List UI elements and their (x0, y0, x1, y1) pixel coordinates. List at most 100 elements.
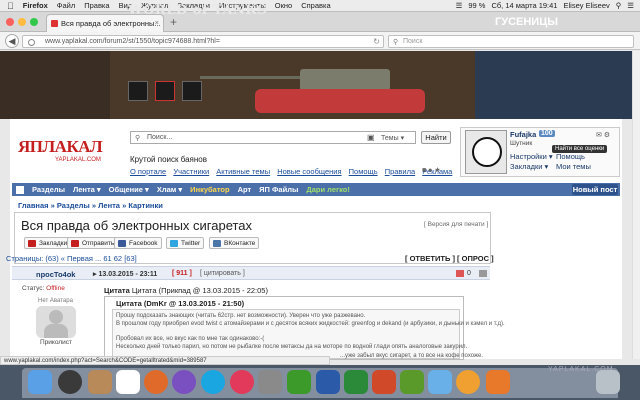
itunes-icon[interactable] (230, 370, 254, 394)
site-logo[interactable]: ЯПЛАКАЛ (18, 137, 103, 157)
close-window-icon[interactable] (6, 18, 14, 26)
dashboard-icon[interactable] (58, 370, 82, 394)
thread-title: Вся правда об электронных сигаретах (21, 218, 253, 233)
utorrent-icon[interactable] (287, 370, 311, 394)
breadcrumb[interactable]: Главная » Разделы » Лента » Картинки (18, 201, 163, 210)
share-twitter-button[interactable]: Twitter (166, 237, 205, 249)
quote-link[interactable]: [ цитировать ] (200, 270, 245, 277)
share-facebook-button[interactable]: Facebook (114, 237, 162, 249)
photos-icon[interactable] (456, 370, 480, 394)
apple-icon[interactable]:  (7, 1, 14, 11)
nav-art[interactable]: Арт (238, 185, 252, 194)
zoom-window-icon[interactable] (30, 18, 38, 26)
link-about[interactable]: О портале (130, 167, 166, 176)
navigation-bar: ◀ www.yaplakal.com/forum2/st/1550/topic9… (0, 32, 640, 50)
skype-icon[interactable] (201, 370, 225, 394)
calendar-icon[interactable] (116, 370, 140, 394)
site-search-placeholder: Поиск... (147, 134, 173, 141)
vlc-icon[interactable] (486, 370, 510, 394)
evernote-icon[interactable] (400, 370, 424, 394)
preferences-icon[interactable] (258, 370, 282, 394)
viber-icon[interactable] (172, 370, 196, 394)
tab-title: Вся правда об электронны... (61, 19, 161, 28)
firefox-icon[interactable] (144, 370, 168, 394)
nav-sections[interactable]: Разделы (32, 185, 65, 194)
browser-search-placeholder: Поиск (403, 38, 423, 45)
post-rating: 0 (467, 270, 471, 277)
tank-hull-image (255, 89, 425, 113)
user-rep-badge[interactable]: 100 (539, 130, 555, 137)
search-scope-select[interactable]: Темы ▾ (381, 134, 404, 142)
my-themes-link[interactable]: Мои темы (556, 162, 591, 171)
author-status: Статус: Offline (22, 285, 65, 292)
print-version-link[interactable]: [ Версия для печати ] (424, 221, 488, 228)
share-vk-button[interactable]: ВКонтакте (209, 237, 260, 249)
url-bar[interactable]: www.yaplakal.com/forum2/st/1550/topic974… (22, 35, 384, 48)
post-date: ▸ 13.03.2015 - 23:11 (93, 271, 158, 278)
post-author[interactable]: npocTo4ok (36, 270, 75, 279)
site-logo-sub: YAPLAKAL.COM (55, 157, 101, 163)
link-new[interactable]: Новые сообщения (277, 167, 341, 176)
browser-search-field[interactable]: ⚲ Поиск (388, 35, 634, 48)
settings-menu[interactable]: Настройки ▾ (510, 152, 553, 161)
nav-files[interactable]: ЯП Файлы (259, 185, 298, 194)
link-active[interactable]: Активные темы (216, 167, 270, 176)
powerpoint-icon[interactable] (372, 370, 396, 394)
datetime[interactable]: Сб, 14 марта 19:41 (491, 1, 557, 10)
reply-poll-buttons[interactable]: [ ОТВЕТИТЬ ] [ ОПРОС ] (405, 254, 494, 263)
contacts-icon[interactable] (88, 370, 112, 394)
post-header (12, 266, 490, 280)
user-name-link[interactable]: Fufajka (510, 130, 536, 139)
share-send-button[interactable]: Отправить (67, 237, 119, 249)
nav-chat[interactable]: Общение ▾ (109, 185, 149, 194)
word-icon[interactable] (316, 370, 340, 394)
minimize-window-icon[interactable] (18, 18, 26, 26)
find-button[interactable]: Найти (421, 131, 451, 144)
post-number[interactable]: [ 911 ] (172, 270, 192, 277)
bookmarks-menu[interactable]: Закладки ▾ (510, 162, 548, 171)
camera-icon[interactable]: ▣ (367, 133, 375, 142)
user-icons[interactable]: ✉ ⚙ (596, 131, 610, 139)
menu-help[interactable]: Справка (301, 1, 330, 10)
mail-icon[interactable] (428, 370, 452, 394)
rating-tooltip: Найти все оценки (552, 145, 608, 153)
user-name[interactable]: Elisey Eliseev (563, 1, 609, 10)
finder-icon[interactable] (28, 370, 52, 394)
nav-feed[interactable]: Лента ▾ (73, 185, 101, 194)
link-help[interactable]: Помощь (349, 167, 378, 176)
back-button[interactable]: ◀ (5, 34, 19, 48)
ad-banner[interactable] (0, 51, 632, 119)
excel-icon[interactable] (344, 370, 368, 394)
reload-icon[interactable]: ↻ (373, 37, 380, 46)
nav-incubator[interactable]: Инкубатор (190, 185, 229, 194)
nav-gifts[interactable]: Дари легко! (306, 185, 349, 194)
home-icon[interactable] (16, 185, 24, 194)
social-icons[interactable]: ■ ● ★ (422, 166, 441, 174)
menu-app[interactable]: Firefox (23, 1, 48, 10)
rate-icon[interactable] (479, 270, 487, 277)
menu-window[interactable]: Окно (275, 1, 292, 10)
trash-icon[interactable] (596, 370, 620, 394)
link-rules[interactable]: Правила (385, 167, 415, 176)
pagination[interactable]: Страницы: (63) « Первая ... 61 62 [63] (6, 254, 137, 263)
site-search-input[interactable]: ⚲ Поиск... ▣ Темы ▾ (130, 131, 416, 144)
report-icon[interactable] (456, 270, 464, 277)
wifi-icon[interactable]: ☰ (456, 1, 463, 10)
close-tab-icon[interactable]: × (155, 18, 159, 27)
page-scrollbar[interactable] (632, 51, 640, 359)
nav-junk[interactable]: Хлам ▾ (157, 185, 182, 194)
menu-edit[interactable]: Правка (84, 1, 109, 10)
avatar[interactable] (465, 130, 507, 174)
new-post-button[interactable]: Новый пост (572, 184, 618, 195)
troll-face-icon (472, 137, 502, 167)
link-members[interactable]: Участники (173, 167, 209, 176)
notifications-icon[interactable]: ☰ (627, 1, 634, 10)
spotlight-icon[interactable]: ⚲ (616, 1, 622, 10)
share-bookmarks-button[interactable]: Закладки (24, 237, 72, 249)
help-link[interactable]: Помощь (556, 152, 585, 161)
tank-thumb-icon (182, 81, 202, 101)
menu-file[interactable]: Файл (57, 1, 75, 10)
author-rank: Приколист (40, 339, 72, 346)
tagline-link[interactable]: Крутой поиск баянов (130, 155, 207, 164)
quote-line: ...уже забыл вкус сигарет, а то все на к… (340, 353, 484, 359)
